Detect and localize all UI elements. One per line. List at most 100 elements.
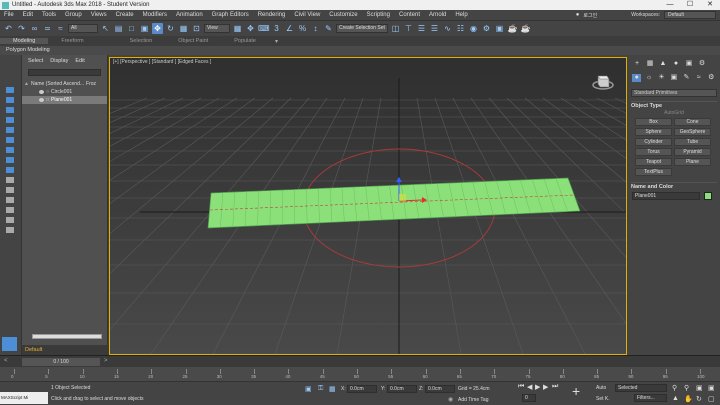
named-selection-icon[interactable]: ✎ (323, 23, 334, 34)
filter-shapes-icon[interactable] (6, 97, 14, 103)
key-mode-icon[interactable]: + (572, 383, 580, 399)
explorer-display-menu[interactable]: Display (50, 58, 68, 64)
menu-edit[interactable]: Edit (23, 12, 33, 18)
add-time-tag[interactable]: Add Time Tag (458, 397, 488, 403)
next-frame-icon[interactable]: > (104, 358, 108, 364)
redo-icon[interactable]: ↷ (16, 23, 27, 34)
track-bar[interactable]: 0 5 10 15 20 25 30 35 40 45 50 55 60 65 70 75 80 85 90 95 10… (0, 367, 720, 381)
align-icon[interactable]: ⊤ (403, 23, 414, 34)
orbit-icon[interactable]: ↻ (696, 395, 702, 403)
menu-rendering[interactable]: Rendering (258, 12, 286, 18)
shapes-icon[interactable]: ☼ (644, 74, 653, 82)
signin-button[interactable]: 로그인 (583, 12, 597, 19)
menu-tools[interactable]: Tools (42, 12, 56, 18)
unlink-icon[interactable]: ≃ (42, 23, 53, 34)
zoom-extents-icon[interactable]: ▣ (696, 384, 703, 392)
select-place-icon[interactable]: ⊡ (191, 23, 202, 34)
spacewarps-icon[interactable]: ≈ (694, 74, 703, 82)
key-filters-button[interactable]: Filters... (634, 394, 667, 402)
list-item[interactable]: ○ Circle001 (22, 88, 107, 96)
select-scale-icon[interactable]: ▦ (178, 23, 189, 34)
time-tag-icon[interactable]: ◉ (448, 396, 453, 403)
isolate-icon[interactable]: ▣ (305, 385, 312, 393)
layer-label[interactable]: Default (22, 345, 109, 355)
keyboard-shortcut-icon[interactable]: ⌨ (258, 23, 270, 34)
geosphere-button[interactable]: GeoSphere (674, 128, 711, 136)
object-color-swatch[interactable] (704, 192, 712, 200)
menu-views[interactable]: Views (91, 12, 107, 18)
sphere-button[interactable]: Sphere (635, 128, 672, 136)
explorer-search-input[interactable] (28, 69, 101, 76)
named-selection-dropdown[interactable]: Create Selection Set (336, 24, 388, 33)
select-by-name-icon[interactable]: ▤ (113, 23, 124, 34)
play-icon[interactable]: ▶ (535, 383, 540, 391)
menu-civil-view[interactable]: Civil View (294, 12, 320, 18)
filter-lights-icon[interactable] (6, 107, 14, 113)
tab-populate[interactable]: Populate (221, 38, 269, 44)
window-crossing-icon[interactable]: ▣ (139, 23, 150, 34)
box-button[interactable]: Box (635, 118, 672, 126)
pyramid-button[interactable]: Pyramid (674, 148, 711, 156)
filter-frozen-icon[interactable] (6, 187, 14, 193)
filter-geometry-icon[interactable] (6, 87, 14, 93)
tab-selection[interactable]: Selection (117, 38, 166, 44)
zoom-all-icon[interactable]: ⚲ (684, 384, 689, 392)
maximize-viewport-icon[interactable]: ▢ (708, 395, 715, 403)
filter-none-icon[interactable] (6, 217, 14, 223)
menu-scripting[interactable]: Scripting (367, 12, 390, 18)
filter-invert-icon[interactable] (6, 227, 14, 233)
viewcube-icon[interactable] (592, 70, 614, 92)
lights-icon[interactable]: ☀ (657, 74, 666, 82)
ribbon-options-icon[interactable]: ▾ (275, 38, 278, 45)
pivot-center-icon[interactable]: ▦ (232, 23, 243, 34)
menu-file[interactable]: File (4, 12, 14, 18)
menu-arnold[interactable]: Arnold (429, 12, 446, 18)
rendered-frame-icon[interactable]: ▣ (494, 23, 505, 34)
primitive-type-dropdown[interactable]: Standard Primitives (631, 89, 717, 97)
snaps-toggle-icon[interactable]: 3 (271, 23, 282, 34)
next-key-icon[interactable]: ▶ (543, 383, 548, 391)
schematic-view-icon[interactable]: ☷ (455, 23, 466, 34)
menu-group[interactable]: Group (65, 12, 82, 18)
modify-tab-icon[interactable]: ▦ (645, 60, 655, 68)
object-name-field[interactable]: Plane001 (632, 192, 700, 200)
cone-button[interactable]: Cone (674, 118, 711, 126)
select-move-icon[interactable]: ✥ (152, 23, 163, 34)
curve-editor-icon[interactable]: ∿ (442, 23, 453, 34)
menu-animation[interactable]: Animation (176, 12, 203, 18)
column-name-header[interactable]: Name (Sorted Ascend... (31, 81, 84, 87)
y-coordinate-field[interactable]: 0.0cm (387, 385, 417, 393)
object-type-rollout[interactable]: Object Type (631, 101, 717, 109)
cameras-icon[interactable]: ▣ (669, 74, 678, 82)
layer-toolbar-icon[interactable] (2, 337, 17, 351)
go-to-end-icon[interactable]: ⏭ (552, 383, 558, 391)
mirror-icon[interactable]: ◫ (390, 23, 401, 34)
sort-icon[interactable]: ▲ (24, 81, 29, 87)
selection-filter-dropdown[interactable]: All (68, 24, 98, 33)
x-coordinate-field[interactable]: 0.0cm (347, 385, 377, 393)
render-production-icon[interactable]: ☕ (507, 23, 518, 34)
select-object-icon[interactable]: ↖ (100, 23, 111, 34)
menu-help[interactable]: Help (455, 12, 467, 18)
zoom-extents-all-icon[interactable]: ▣ (708, 384, 715, 392)
reference-coord-dropdown[interactable]: View (204, 24, 230, 33)
auto-key-button[interactable]: Auto (596, 385, 606, 391)
cylinder-button[interactable]: Cylinder (635, 138, 672, 146)
toggle-scene-explorer-icon[interactable]: ☰ (416, 23, 427, 34)
maxscript-listener[interactable]: MAXScript Mi (0, 392, 48, 404)
polygon-modeling-label[interactable]: Polygon Modeling (6, 47, 50, 53)
visibility-eye-icon[interactable] (39, 98, 44, 102)
textplus-button[interactable]: TextPlus (635, 168, 672, 176)
viewport-label[interactable]: [+] [Perspective ] [Standard ] [Edged Fa… (113, 59, 211, 65)
helpers-icon[interactable]: ✎ (682, 74, 691, 82)
select-rotate-icon[interactable]: ↻ (165, 23, 176, 34)
maximize-button[interactable]: ☐ (680, 0, 700, 10)
absolute-mode-icon[interactable]: ▦ (329, 385, 336, 393)
list-item[interactable]: □ Plane001 (22, 96, 107, 104)
filter-helpers-icon[interactable] (6, 127, 14, 133)
current-frame-field[interactable]: 0 (522, 394, 536, 402)
link-icon[interactable]: ∞ (29, 23, 40, 34)
close-button[interactable]: ✕ (700, 0, 720, 10)
tab-freeform[interactable]: Freeform (48, 38, 96, 44)
layer-explorer-icon[interactable]: ☰ (429, 23, 440, 34)
